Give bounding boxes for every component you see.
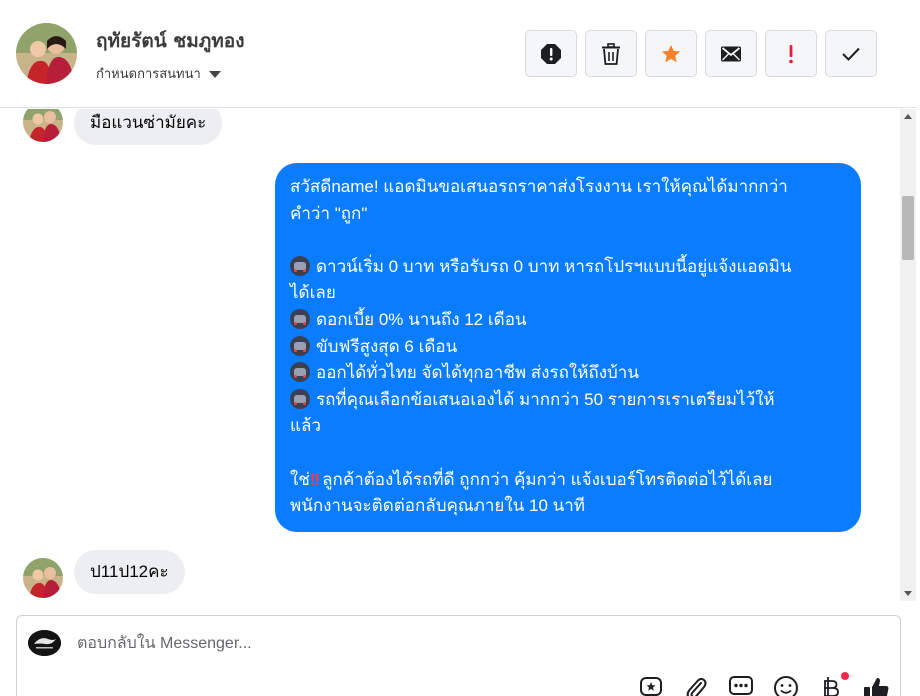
message-line: ได้เลย xyxy=(290,283,336,303)
payment-button[interactable] xyxy=(814,672,849,696)
assign-conversation-dropdown[interactable]: กำหนดการสนทนา xyxy=(96,63,221,84)
mark-done-button[interactable] xyxy=(825,30,877,77)
contact-avatar[interactable] xyxy=(16,23,77,84)
message-line: รถที่คุณเลือกข้อเสนอเองได้ มากกว่า 50 รา… xyxy=(316,389,775,409)
like-button[interactable] xyxy=(859,675,892,696)
assign-label: กำหนดการสนทนา xyxy=(96,67,201,82)
page-logo xyxy=(28,630,61,656)
conversation-header: ฤทัยรัตน์ ชมภูทอง กำหนดการสนทนา xyxy=(0,0,916,108)
caret-down-icon xyxy=(208,71,221,78)
incoming-message[interactable]: ป11ป12คะ xyxy=(74,550,185,594)
thread-scrollbar[interactable] xyxy=(900,109,916,601)
reply-input[interactable] xyxy=(77,630,857,658)
message-line: ใช่ xyxy=(290,469,310,489)
follow-up-button[interactable] xyxy=(765,30,817,77)
delete-button[interactable] xyxy=(585,30,637,77)
star-button[interactable] xyxy=(645,30,697,77)
outgoing-message[interactable]: สวัสดีname! แอดมินขอเสนอรถราคาส่งโรงงาน … xyxy=(275,163,861,532)
scrollbar-thumb[interactable] xyxy=(902,196,914,260)
message-line: ลูกค้าต้องได้รถที่ดี ถูกกว่า คุ้มกว่า แจ… xyxy=(322,469,773,489)
car-emoji-icon xyxy=(290,335,310,356)
chat-dots-icon xyxy=(728,676,753,695)
car-emoji-icon xyxy=(290,308,310,329)
contact-name: ฤทัยรัตน์ ชมภูทอง xyxy=(96,30,245,52)
contact-avatar-small xyxy=(23,558,63,598)
message-line: ขับฟรีสูงสุด 6 เดือน xyxy=(316,336,458,356)
message-line: พนักงานจะติดต่อกลับคุณภายใน 10 นาที xyxy=(290,496,586,516)
message-line: แล้ว xyxy=(290,416,321,436)
message-line: สวัสดีname! แอดมินขอเสนอรถราคาส่งโรงงาน … xyxy=(290,177,788,196)
envelope-icon xyxy=(721,46,741,61)
message-line: ดาวน์เริ่ม 0 บาท หรือรับรถ 0 บาท หารถโปร… xyxy=(316,256,792,276)
attach-button[interactable] xyxy=(679,675,712,696)
composer-toolbar xyxy=(634,672,892,696)
header-actions xyxy=(525,30,877,77)
chat-button[interactable] xyxy=(724,675,757,696)
car-emoji-icon xyxy=(290,362,310,383)
scroll-down-arrow-icon[interactable] xyxy=(904,591,912,596)
reply-composer xyxy=(16,615,901,696)
message-line: ดอกเบี้ย 0% นานถึง 12 เดือน xyxy=(316,309,527,329)
contact-avatar-small xyxy=(23,109,63,142)
thumbs-up-icon xyxy=(863,677,888,696)
message-thread: มือแวนซ่ามัยคะ สวัสดีname! แอดมินขอเสนอร… xyxy=(0,109,900,601)
scroll-up-arrow-icon[interactable] xyxy=(904,114,912,119)
double-exclamation-icon: ‼ xyxy=(309,469,320,489)
saved-reply-icon xyxy=(639,677,662,696)
message-line: ออกได้ทั่วไทย จัดได้ทุกอาชีพ ส่งรถให้ถึง… xyxy=(316,363,639,383)
trash-icon xyxy=(602,42,620,65)
notification-dot xyxy=(841,672,849,680)
message-line: คำว่า "ถูก" xyxy=(290,203,368,223)
car-emoji-icon xyxy=(290,255,310,276)
emoji-button[interactable] xyxy=(769,675,802,696)
mark-unread-button[interactable] xyxy=(705,30,757,77)
exclamation-icon xyxy=(789,44,793,63)
mark-spam-button[interactable] xyxy=(525,30,577,77)
paperclip-icon xyxy=(686,677,706,696)
baht-icon xyxy=(823,677,839,696)
saved-reply-button[interactable] xyxy=(634,675,667,696)
checkmark-icon xyxy=(842,47,860,61)
car-emoji-icon xyxy=(290,388,310,409)
exclamation-circle-icon xyxy=(541,43,561,64)
star-icon xyxy=(661,44,681,62)
emoji-icon xyxy=(773,676,798,696)
incoming-message[interactable]: มือแวนซ่ามัยคะ xyxy=(74,109,223,145)
